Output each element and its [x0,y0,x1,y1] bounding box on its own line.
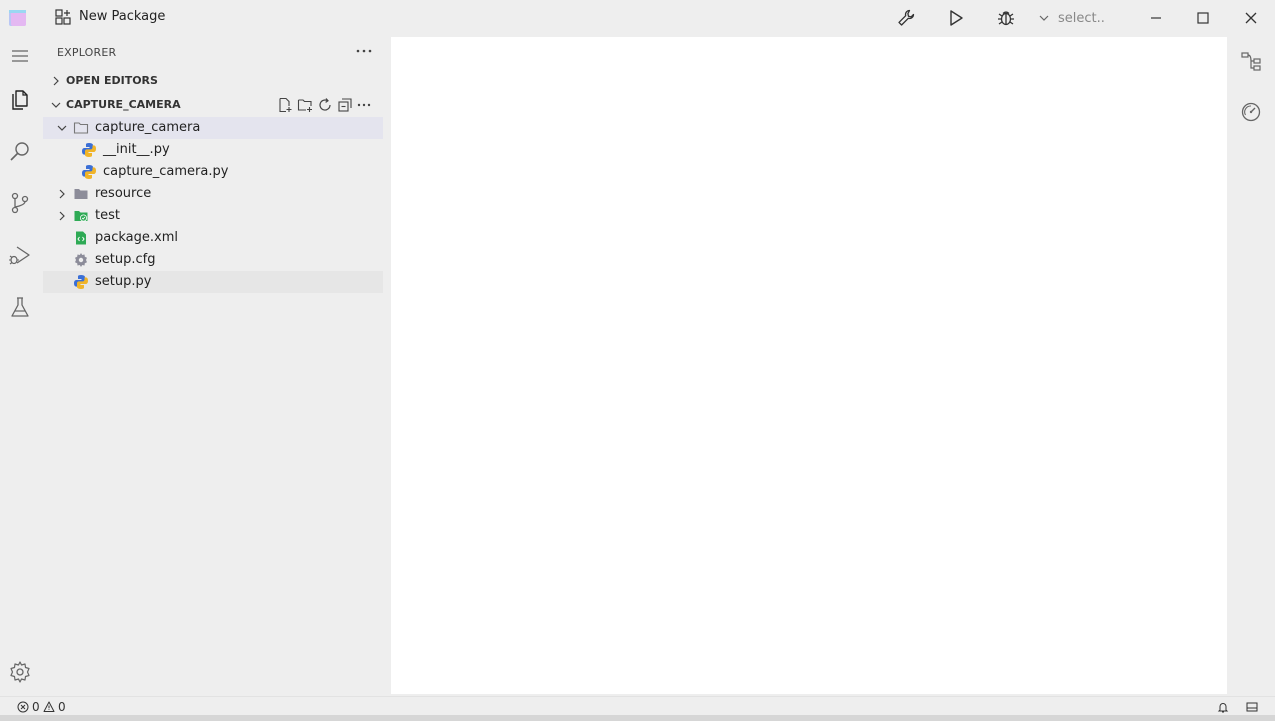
refresh-icon[interactable] [317,97,333,113]
gear-file-icon [75,253,87,267]
title-bar: New Package select.. [0,0,1275,36]
tree-item-label: setup.cfg [95,252,156,267]
section-capture-camera-label: CAPTURE_CAMERA [66,98,181,111]
hamburger-icon [12,50,28,62]
bell-icon [1217,703,1229,713]
launch-select[interactable]: select.. [1038,8,1105,28]
desktop-edge [0,715,1275,721]
testing-button[interactable] [6,293,34,321]
chevron-right-icon [53,76,59,86]
search-icon [10,142,29,161]
chevron-down-icon [57,125,67,131]
new-folder-icon[interactable] [297,97,313,113]
close-icon [1245,12,1257,24]
tree-item-label: package.xml [95,230,178,245]
warning-count: 0 [58,700,66,714]
window-title: New Package [79,9,166,24]
more-actions-icon[interactable] [355,44,373,58]
dashboard-button[interactable] [1238,99,1264,125]
gauge-icon [1241,102,1261,122]
play-icon [950,10,963,26]
python-file-icon [74,275,88,289]
flask-icon [11,297,29,317]
wrench-icon [898,9,915,26]
status-bar: 0 0 [0,696,1275,715]
gear-icon [10,661,30,683]
ros-graph-button[interactable] [1238,48,1264,74]
section-open-editors-label: OPEN EDITORS [66,74,158,87]
folder-icon [74,189,88,199]
collapse-all-icon[interactable] [337,97,353,113]
tree-item-label: test [95,208,120,223]
run-debug-button[interactable] [6,241,34,269]
menu-button[interactable] [6,42,34,70]
explorer-button[interactable] [6,85,34,113]
tree-item-capture-camera-py[interactable]: capture_camera.py [43,161,383,183]
warning-icon [43,701,55,712]
section-open-editors[interactable]: OPEN EDITORS [40,70,389,92]
settings-button[interactable] [6,658,34,686]
new-package-icon [55,9,71,25]
error-icon [17,701,29,713]
build-button[interactable] [894,6,918,30]
debug-button[interactable] [994,6,1018,30]
xml-file-icon [76,231,86,245]
chevron-right-icon [59,211,65,221]
launch-select-placeholder: select.. [1058,10,1105,26]
close-button[interactable] [1239,6,1263,30]
editor-area[interactable] [391,37,1227,694]
minimize-icon [1151,17,1161,19]
app-logo-icon [9,10,26,26]
tree-item-setup-py[interactable]: setup.py [43,271,383,293]
tree-item-label: capture_camera.py [103,164,229,179]
minimize-button[interactable] [1144,6,1168,30]
panel-icon [1246,702,1258,712]
chevron-right-icon [59,189,65,199]
bug-icon [998,11,1014,26]
tree-item-test-folder[interactable]: test [43,205,383,227]
right-activity-bar [1228,36,1275,696]
problems-errors[interactable]: 0 [17,699,40,715]
section-more-icon[interactable] [356,97,372,113]
chevron-down-icon [51,102,61,108]
test-folder-icon [74,211,88,222]
folder-open-icon [73,122,89,134]
tree-item-resource-folder[interactable]: resource [43,183,383,205]
error-count: 0 [32,700,40,714]
python-file-icon [82,143,96,157]
notifications-button[interactable] [1217,699,1232,715]
problems-warnings[interactable]: 0 [43,699,66,715]
sidebar-header: EXPLORER [57,46,117,59]
toggle-panel-button[interactable] [1246,699,1261,715]
run-debug-icon [9,246,30,265]
tree-item-package-xml[interactable]: package.xml [43,227,383,249]
search-button[interactable] [6,137,34,165]
section-capture-camera[interactable]: CAPTURE_CAMERA [40,94,389,116]
activity-bar [0,36,40,696]
tree-item-capture-camera-folder[interactable]: capture_camera [43,117,383,139]
files-icon [12,90,28,110]
explorer-sidebar: EXPLORER OPEN EDITORS CAPTURE_CAMERA cap… [40,36,389,696]
tree-item-label: resource [95,186,152,201]
chevron-down-icon [1039,15,1049,21]
tree-item-label: capture_camera [95,120,201,135]
maximize-icon [1197,12,1209,24]
tree-item-label: setup.py [95,274,152,289]
maximize-button[interactable] [1191,6,1215,30]
source-control-button[interactable] [6,189,34,217]
python-file-icon [82,165,96,179]
node-graph-icon [1241,52,1261,71]
run-button[interactable] [944,6,968,30]
new-file-icon[interactable] [277,97,293,113]
source-control-icon [11,192,29,214]
tree-item-setup-cfg[interactable]: setup.cfg [43,249,383,271]
tree-item-label: __init__.py [103,142,170,157]
tree-item-init-py[interactable]: __init__.py [43,139,383,161]
